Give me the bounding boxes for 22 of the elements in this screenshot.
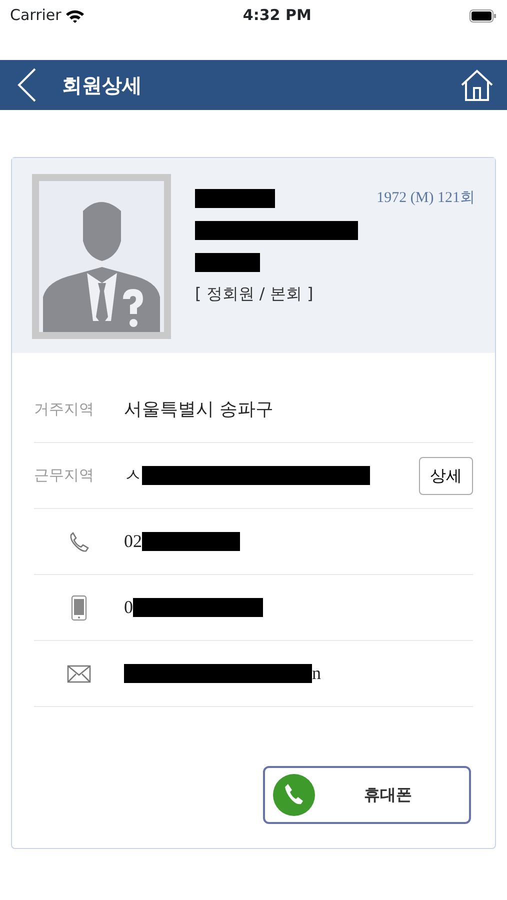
wifi-icon <box>65 8 86 23</box>
clock-time: 4:32 PM <box>242 4 312 26</box>
mobile-call-button[interactable]: 휴대폰 <box>263 766 471 824</box>
field-value: 0 <box>124 596 133 619</box>
field-label: 근무지역 <box>34 465 95 486</box>
birth-info: 1972 (M) 121회 <box>376 188 475 208</box>
field-value: 02 <box>124 530 142 553</box>
battery-icon <box>468 8 497 23</box>
mobile-icon <box>71 594 87 620</box>
back-icon[interactable] <box>16 67 38 103</box>
detail-button[interactable]: 상세 <box>419 456 473 494</box>
mail-icon <box>67 664 91 682</box>
field-value: 서울특별시 송파구 <box>124 398 274 422</box>
phone-icon <box>273 774 315 816</box>
membership-label: [ 정회원 / 본회 ] <box>195 283 314 305</box>
home-icon[interactable] <box>459 68 495 102</box>
carrier-label: Carrier <box>10 4 62 26</box>
phone-icon <box>68 530 90 552</box>
field-value: ㅅ <box>124 464 142 488</box>
page-title: 회원상세 <box>62 72 142 99</box>
field-label: 거주지역 <box>34 399 95 420</box>
field-value: n <box>312 662 321 685</box>
